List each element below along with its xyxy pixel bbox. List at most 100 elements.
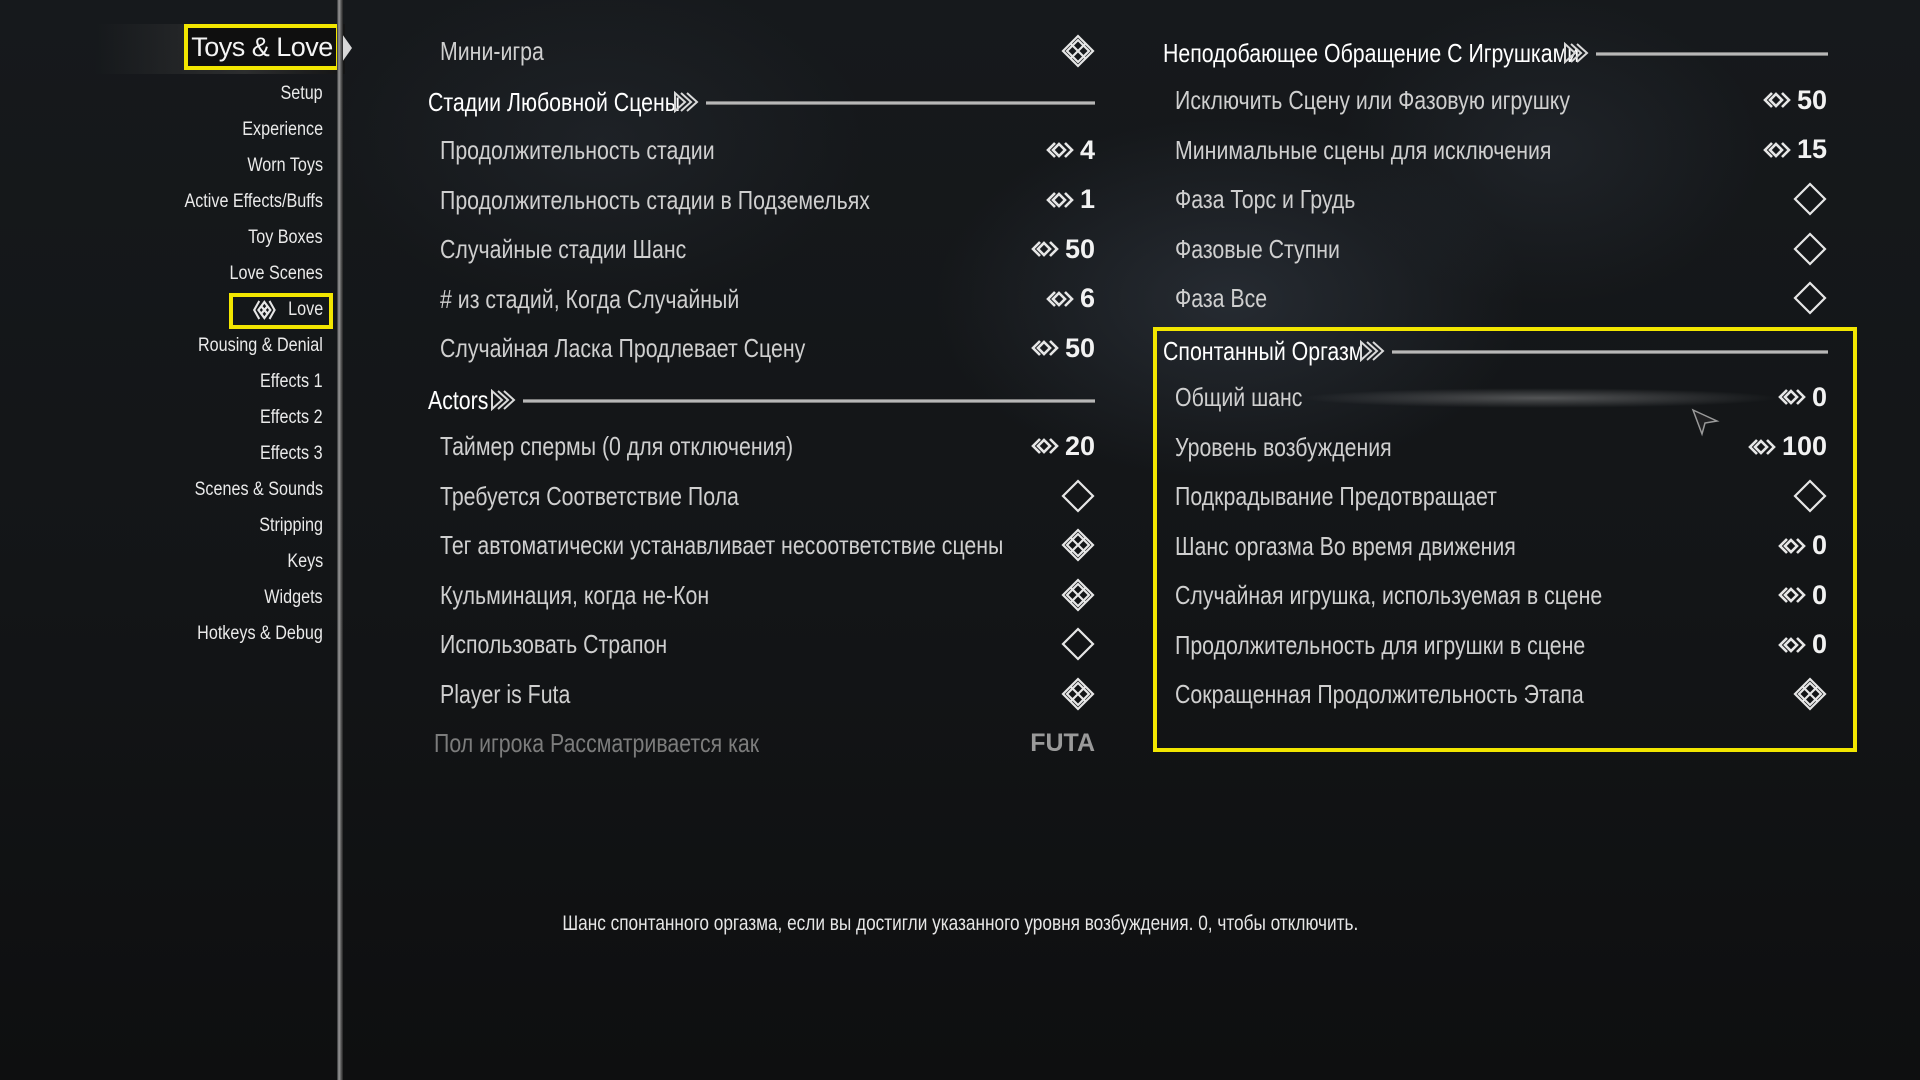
option-row[interactable]: Фаза Торс и Грудь [1175,179,1827,219]
mod-title[interactable]: Toys & Love [184,24,340,70]
nav-item[interactable]: Keys [287,551,323,573]
option-row[interactable]: Требуется Соответствие Пола [440,476,1095,516]
nav-item[interactable]: Effects 3 [260,443,323,465]
nav-item[interactable]: Setup [281,83,323,105]
nav-item-label: Effects 1 [260,371,323,392]
option-label: Сокращенная Продолжительность Этапа [1175,679,1584,709]
nav-item[interactable]: Experience [242,119,323,141]
option-row[interactable]: Минимальные сцены для исключения 15 [1175,130,1827,170]
option-toggle[interactable] [1793,229,1827,269]
option-row[interactable]: Сокращенная Продолжительность Этапа [1175,674,1827,714]
option-row[interactable]: Использовать Страпон [440,624,1095,664]
option-slider[interactable]: 0 [1778,625,1827,665]
option-row[interactable]: Подкрадывание Предотвращает [1175,476,1827,516]
minigame-row[interactable]: Мини-игра [440,31,1095,71]
option-row[interactable]: Фаза Все [1175,278,1827,318]
option-label: Фаза Торс и Грудь [1175,184,1356,214]
option-label: Случайная игрушка, используемая в сцене [1175,580,1603,610]
option-slider[interactable]: 6 [1046,279,1095,319]
header-ornament-icon [674,91,699,113]
option-row[interactable]: Продолжительность стадии 4 [440,130,1095,170]
option-toggle[interactable] [1061,674,1095,714]
nav-item-label: Keys [287,551,323,572]
option-label: Тег автоматически устанавливает несоотве… [440,530,1004,560]
nav-item[interactable]: Toy Boxes [248,227,323,249]
nav-item[interactable]: Scenes & Sounds [195,479,323,501]
option-text-value: FUTA [1030,723,1095,763]
option-slider[interactable]: 0 [1778,377,1827,417]
option-row[interactable]: Тег автоматически устанавливает несоотве… [440,525,1095,565]
option-slider[interactable]: 50 [1031,229,1095,269]
description-text: Шанс спонтанного оргазма, если вы достиг… [562,912,1358,935]
nav-item-label: Rousing & Denial [198,335,323,356]
option-row[interactable]: Таймер спермы (0 для отключения) 20 [440,426,1095,466]
nav-item[interactable]: Love Scenes [230,263,323,285]
nav-item[interactable]: Worn Toys [247,155,323,177]
toggle-on-icon [1061,528,1095,562]
option-slider[interactable]: 0 [1778,526,1827,566]
option-value: 4 [1079,134,1095,165]
option-toggle[interactable] [1793,674,1827,714]
option-toggle[interactable] [1793,476,1827,516]
option-label: # из стадий, Когда Случайный [440,283,740,314]
option-row[interactable]: Продолжительность для игрушки в сцене 0 [1175,625,1827,665]
option-toggle[interactable] [1061,476,1095,516]
nav-item-label: Active Effects/Buffs [184,191,323,212]
option-slider[interactable]: 15 [1763,130,1827,170]
nav-item[interactable]: Hotkeys & Debug [197,623,323,645]
mouse-cursor-icon [1691,408,1720,437]
minigame-toggle[interactable] [1061,31,1095,71]
option-value: 20 [1064,430,1095,461]
option-row[interactable]: Случайные стадии Шанс 50 [440,229,1095,269]
option-slider[interactable]: 0 [1778,575,1827,615]
nav-item[interactable]: Active Effects/Buffs [184,191,323,213]
option-row[interactable]: Шанс оргазма Во время движения 0 [1175,526,1827,566]
option-slider[interactable]: 50 [1763,80,1827,120]
option-label: Кульминация, когда не-Кон [440,579,710,610]
option-row[interactable]: Случайная Ласка Продлевает Сцену 50 [440,328,1095,368]
option-value: 1 [1079,184,1095,214]
option-row[interactable]: Случайная игрушка, используемая в сцене 0 [1175,575,1827,615]
toggle-off-icon [1061,478,1095,513]
option-label: Случайная Ласка Продлевает Сцену [440,333,806,363]
nav-item[interactable]: Stripping [259,515,323,537]
nav-item[interactable]: Effects 2 [260,407,323,429]
nav-item[interactable]: Effects 1 [260,371,323,393]
option-row[interactable]: # из стадий, Когда Случайный 6 [440,279,1095,319]
option-toggle[interactable] [1061,575,1095,615]
toggle-off-icon [1793,182,1827,216]
header-rule [1392,350,1828,354]
option-row[interactable]: Уровень возбуждения 100 [1175,427,1827,467]
option-value: 100 [1781,431,1827,461]
option-row[interactable]: Кульминация, когда не-Кон [440,575,1095,615]
toggle-on-icon [1061,676,1095,711]
nav-item[interactable]: Widgets [265,587,323,609]
option-label: Исключить Сцену или Фазовую игрушку [1175,85,1571,115]
header-ornament-icon [1564,42,1589,64]
slider-arrows-icon [1778,389,1806,405]
option-toggle[interactable] [1793,278,1827,318]
nav-item[interactable]: Rousing & Denial [198,335,323,357]
option-row[interactable]: Общий шанс 0 [1175,377,1827,417]
option-slider[interactable]: 100 [1748,427,1827,467]
option-row[interactable]: Фазовые Ступни [1175,229,1827,269]
option-row[interactable]: Player is Futa [440,674,1095,714]
option-toggle[interactable] [1793,179,1827,219]
option-slider[interactable]: 20 [1031,426,1095,466]
nav-item-label: Worn Toys [247,155,323,176]
slider-arrows-icon [1046,191,1074,208]
toggle-on-icon [1061,577,1095,612]
option-slider[interactable]: 1 [1046,180,1095,220]
option-slider[interactable]: 50 [1031,328,1095,368]
option-slider[interactable]: 4 [1046,130,1095,170]
nav-item-label: Hotkeys & Debug [197,623,323,644]
slider-arrows-icon [1031,241,1059,257]
orgasm-header: Спонтанный Оргазм [1163,331,1828,371]
option-row[interactable]: Продолжительность стадии в Подземельях 1 [440,180,1095,220]
option-toggle[interactable] [1061,624,1095,664]
option-label: Использовать Страпон [440,629,668,659]
option-label: Пол игрока Рассматривается как [434,728,760,758]
option-row[interactable]: Исключить Сцену или Фазовую игрушку 50 [1175,80,1827,120]
option-toggle[interactable] [1061,525,1095,565]
toggle-on-icon [1061,34,1095,68]
